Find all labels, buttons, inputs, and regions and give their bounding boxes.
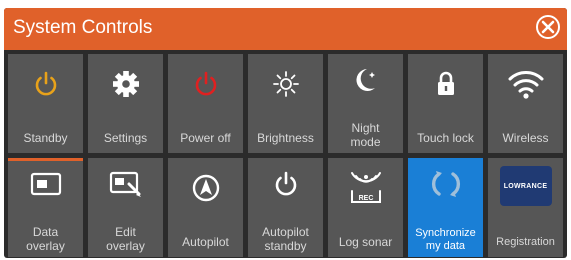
wireless-label: Wireless — [502, 131, 549, 145]
close-icon[interactable] — [536, 15, 560, 39]
touch-lock-label: Touch lock — [417, 131, 474, 145]
synchronize-my-data-button[interactable]: Synchronize my data — [408, 158, 483, 257]
night-mode-button[interactable]: Night mode — [328, 54, 403, 153]
log-sonar-label: Log sonar — [338, 235, 393, 249]
edit-overlay-label: Edit overlay — [106, 225, 145, 253]
edit-overlay-icon — [88, 164, 163, 204]
standby-label: Standby — [23, 131, 68, 145]
power-off-button[interactable]: Power off — [168, 54, 243, 153]
autopilot-icon — [168, 168, 243, 208]
edit-overlay-button[interactable]: Edit overlay — [88, 158, 163, 257]
wireless-button[interactable]: Wireless — [488, 54, 563, 153]
power-icon — [8, 64, 83, 104]
lowrance-logo-icon: LOWRANCE — [488, 166, 563, 206]
wifi-icon — [488, 64, 563, 104]
brightness-button[interactable]: Brightness — [248, 54, 323, 153]
dialog-header: System Controls — [4, 8, 567, 50]
power-icon — [168, 64, 243, 104]
autopilot-button[interactable]: Autopilot — [168, 158, 243, 257]
lock-icon — [408, 64, 483, 104]
dialog-title: System Controls — [13, 17, 153, 38]
sync-icon — [408, 164, 483, 204]
log-sonar-button[interactable]: REC Log sonar — [328, 158, 403, 257]
night-mode-label: Night mode — [350, 121, 381, 149]
autopilot-standby-button[interactable]: Autopilot standby — [248, 158, 323, 257]
gear-icon — [88, 64, 163, 104]
brightness-label: Brightness — [257, 131, 314, 145]
moon-icon — [328, 60, 403, 100]
standby-button[interactable]: Standby — [8, 54, 83, 153]
settings-label: Settings — [103, 131, 148, 145]
synchronize-my-data-label: Synchronize my data — [415, 227, 476, 252]
system-controls-dialog: System Controls Standby Settings Power o… — [4, 8, 567, 258]
svg-text:REC: REC — [358, 195, 373, 202]
registration-label: Registration — [496, 236, 555, 248]
data-overlay-button[interactable]: Data overlay — [8, 158, 83, 257]
registration-button[interactable]: LOWRANCE Registration — [488, 158, 563, 257]
autopilot-label: Autopilot — [182, 235, 229, 249]
controls-grid: Standby Settings Power off Brightness Ni… — [8, 54, 564, 258]
power-off-label: Power off — [180, 131, 231, 145]
data-overlay-icon — [8, 164, 83, 204]
touch-lock-button[interactable]: Touch lock — [408, 54, 483, 153]
data-overlay-label: Data overlay — [26, 225, 65, 253]
sun-icon — [248, 64, 323, 104]
log-sonar-icon: REC — [328, 168, 403, 208]
settings-button[interactable]: Settings — [88, 54, 163, 153]
power-icon — [248, 164, 323, 204]
autopilot-standby-label: Autopilot standby — [262, 225, 309, 253]
